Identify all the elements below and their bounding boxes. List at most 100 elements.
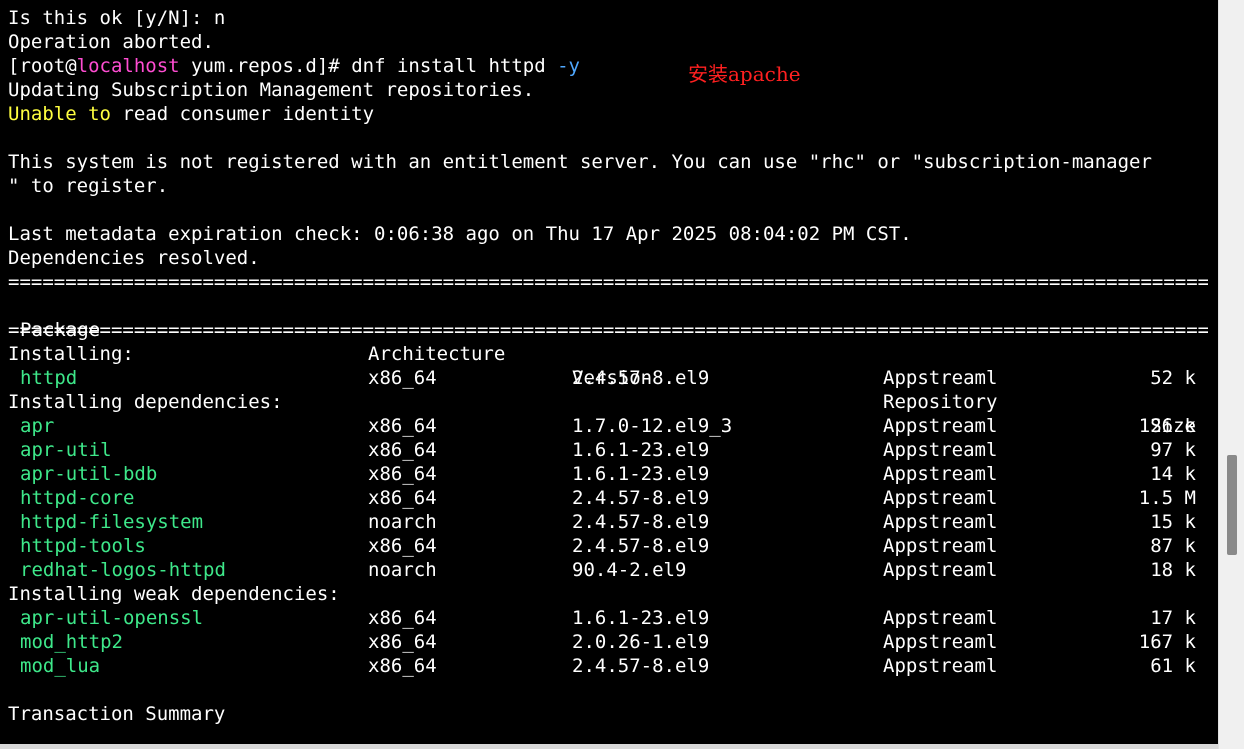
- package-repo: Appstreaml: [883, 439, 998, 461]
- package-arch: x86_64: [368, 607, 437, 629]
- package-arch: x86_64: [368, 415, 437, 437]
- package-version: 2.4.57-8.el9: [572, 367, 710, 389]
- warning-rest: read consumer identity: [110, 103, 375, 125]
- package-size: 18 k: [1150, 559, 1196, 581]
- package-version: 2.4.57-8.el9: [572, 487, 710, 509]
- package-repo: Appstreaml: [883, 607, 998, 629]
- package-size: 14 k: [1150, 463, 1196, 485]
- separator-line: ========================================…: [8, 319, 1208, 341]
- package-name: httpd-tools: [20, 535, 146, 557]
- header-arch: Architecture: [368, 343, 506, 365]
- summary-title: Transaction Summary: [8, 703, 226, 725]
- section-title: Installing weak dependencies:: [8, 583, 340, 605]
- table-row: httpd x86_64 2.4.57-8.el9 Appstreaml 52 k: [8, 366, 1208, 390]
- table-row: apr-util x86_64 1.6.1-23.el9 Appstreaml 97 k: [8, 438, 1208, 462]
- package-size: 126 k: [1138, 415, 1196, 437]
- table-row: redhat-logos-httpd noarch 90.4-2.el9 Appstr…: [8, 558, 1208, 582]
- package-arch: noarch: [368, 511, 437, 533]
- package-arch: x86_64: [368, 367, 437, 389]
- warning-line: Unable to read consumer identity: [8, 102, 1208, 126]
- package-name: apr-util: [20, 439, 112, 461]
- package-name: httpd-core: [20, 487, 135, 509]
- package-version: 1.7.0-12.el9_3: [572, 415, 733, 437]
- table-row: mod_lua x86_64 2.4.57-8.el9 Appstreaml 61 k: [8, 654, 1208, 678]
- prompt-command: dnf install httpd: [351, 55, 558, 77]
- table-row: apr-util-bdb x86_64 1.6.1-23.el9 Appstreaml…: [8, 462, 1208, 486]
- terminal-line: Operation aborted.: [8, 31, 214, 53]
- package-repo: Appstreaml: [883, 415, 998, 437]
- header-repo: Repository: [883, 391, 998, 413]
- package-version: 1.6.1-23.el9: [572, 463, 710, 485]
- package-size: 52 k: [1150, 367, 1196, 389]
- annotation-label: 安装apache: [688, 62, 801, 86]
- package-version: 2.4.57-8.el9: [572, 511, 710, 533]
- terminal-line: Updating Subscription Management reposit…: [8, 79, 535, 101]
- package-size: 97 k: [1150, 439, 1196, 461]
- warning-text: Unable to: [8, 103, 111, 125]
- table-row: httpd-filesystem noarch 2.4.57-8.el9 Appstr…: [8, 510, 1208, 534]
- package-size: 167 k: [1138, 631, 1196, 653]
- package-arch: x86_64: [368, 631, 437, 653]
- table-row: apr x86_64 1.7.0-12.el9_3 Appstreaml 126 k: [8, 414, 1208, 438]
- package-size: 15 k: [1150, 511, 1196, 533]
- package-version: 2.4.57-8.el9: [572, 535, 710, 557]
- package-arch: x86_64: [368, 487, 437, 509]
- window-bottom-edge: [0, 744, 1218, 749]
- section-title: Installing:: [8, 343, 134, 365]
- table-row: httpd-tools x86_64 2.4.57-8.el9 Appstreaml 8…: [8, 534, 1208, 558]
- package-repo: Appstreaml: [883, 487, 998, 509]
- header-package: Package: [20, 319, 101, 341]
- package-size: 87 k: [1150, 535, 1196, 557]
- package-repo: Appstreaml: [883, 463, 998, 485]
- package-version: 2.4.57-8.el9: [572, 655, 710, 677]
- package-name: httpd-filesystem: [20, 511, 204, 533]
- package-repo: Appstreaml: [883, 559, 998, 581]
- package-arch: x86_64: [368, 439, 437, 461]
- section-title: Installing dependencies:: [8, 391, 283, 413]
- package-size: 61 k: [1150, 655, 1196, 677]
- prompt-host: localhost: [76, 55, 180, 77]
- package-name: apr-util-bdb: [20, 463, 158, 485]
- package-version: 1.6.1-23.el9: [572, 607, 710, 629]
- separator-line: ========================================…: [8, 271, 1208, 293]
- package-repo: Appstreaml: [883, 367, 998, 389]
- package-name: redhat-logos-httpd: [20, 559, 226, 581]
- terminal-line: Is this ok [y/N]: n: [8, 7, 226, 29]
- package-repo: Appstreaml: [883, 655, 998, 677]
- package-name: apr-util-openssl: [20, 607, 204, 629]
- package-version: 1.6.1-23.el9: [572, 439, 710, 461]
- package-arch: noarch: [368, 559, 437, 581]
- terminal-window[interactable]: Is this ok [y/N]: n Operation aborted. […: [0, 0, 1218, 749]
- package-size: 1.5 M: [1138, 487, 1196, 509]
- table-row: httpd-core x86_64 2.4.57-8.el9 Appstreaml 1.…: [8, 486, 1208, 510]
- package-table: Installing: httpd x86_64 2.4.57-8.el9 Appstr…: [8, 342, 1208, 678]
- prompt-path: yum.repos.d]#: [179, 55, 352, 77]
- package-name: httpd: [20, 367, 78, 389]
- package-arch: x86_64: [368, 655, 437, 677]
- scrollbar-thumb[interactable]: [1227, 455, 1237, 555]
- prompt-flag: -y: [557, 55, 580, 77]
- package-name: apr: [20, 415, 55, 437]
- package-version: 90.4-2.el9: [572, 559, 687, 581]
- vertical-scrollbar[interactable]: [1218, 0, 1244, 749]
- prompt-user: [root@: [8, 55, 77, 77]
- package-repo: Appstreaml: [883, 535, 998, 557]
- package-version: 2.0.26-1.el9: [572, 631, 710, 653]
- terminal-line: Dependencies resolved.: [8, 247, 260, 269]
- package-repo: Appstreaml: [883, 631, 998, 653]
- terminal-output: Is this ok [y/N]: n Operation aborted. […: [8, 6, 1208, 726]
- package-arch: x86_64: [368, 535, 437, 557]
- package-repo: Appstreaml: [883, 511, 998, 533]
- package-arch: x86_64: [368, 463, 437, 485]
- package-name: mod_http2: [20, 631, 123, 653]
- shell-prompt-line: [root@localhost yum.repos.d]# dnf instal…: [8, 54, 1208, 78]
- table-row: mod_http2 x86_64 2.0.26-1.el9 Appstreaml 167…: [8, 630, 1208, 654]
- package-name: mod_lua: [20, 655, 101, 677]
- table-header: Package Architecture Version Repository …: [8, 294, 1208, 437]
- terminal-line: " to register.: [8, 175, 169, 197]
- package-size: 17 k: [1150, 607, 1196, 629]
- terminal-line: This system is not registered with an en…: [8, 151, 1152, 173]
